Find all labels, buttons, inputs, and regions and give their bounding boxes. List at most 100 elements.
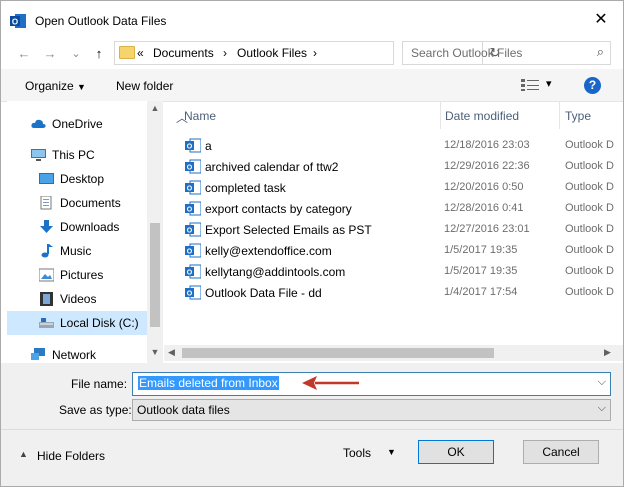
cancel-button[interactable]: Cancel [523,440,599,464]
breadcrumb-separator-end[interactable]: › [313,46,317,60]
horizontal-scrollbar[interactable]: ◀ ▶ [164,345,623,361]
svg-text:O: O [187,228,193,235]
file-date-cell: 1/5/2017 19:35 [444,265,518,277]
breadcrumb-documents[interactable]: Documents [153,46,214,60]
sidebar-item-label: Videos [60,292,97,306]
forward-arrow-icon[interactable]: → [41,44,59,64]
organize-dropdown-icon: ▼ [77,82,86,92]
table-row[interactable]: Ocompleted task 12/20/2016 0:50 Outlook D [164,177,623,198]
column-header-name[interactable]: Name ︿ [176,101,441,129]
scroll-left-icon[interactable]: ◀ [168,347,175,358]
desktop-icon [39,173,54,184]
sidebar-item-music[interactable]: Music [7,239,147,263]
file-name-label: File name: [71,377,128,391]
table-row[interactable]: Oarchived calendar of ttw2 12/29/2016 22:… [164,156,623,177]
address-bar[interactable]: « Documents › Outlook Files › ↻ [114,41,500,65]
outlook-file-icon: O [185,285,201,300]
tools-button[interactable]: Tools ▼ [343,446,396,460]
annotation-arrow-icon [302,376,359,390]
svg-text:O: O [187,249,193,256]
sidebar-item-videos[interactable]: Videos [7,287,147,311]
breadcrumb-separator[interactable]: › [223,46,227,60]
sidebar-item-label: Desktop [60,172,105,186]
change-view-icon[interactable] [521,79,539,91]
outlook-file-icon: O [185,201,201,216]
file-name-input[interactable]: Emails deleted from Inbox ⌵ [132,372,611,396]
new-folder-button[interactable]: New folder [116,79,173,93]
footer-divider [1,429,623,430]
music-icon [41,244,53,258]
table-row[interactable]: Oexport contacts by category 12/28/2016 0… [164,198,623,219]
scroll-right-icon[interactable]: ▶ [604,347,611,358]
file-type-cell: Outlook D [565,286,614,298]
file-date-cell: 12/29/2016 22:36 [444,160,530,172]
svg-text:O: O [187,270,193,277]
sidebar-item-label: This PC [52,148,95,162]
svg-text:O: O [187,165,193,172]
folder-icon [119,46,135,59]
sidebar-item-label: Documents [60,196,121,210]
up-arrow-icon[interactable]: ↑ [90,44,108,64]
table-row[interactable]: Okellytang@addintools.com 1/5/2017 19:35 O… [164,261,623,282]
sidebar-item-pictures[interactable]: Pictures [7,263,147,287]
sidebar-item-local-disk[interactable]: Local Disk (C:) [7,311,147,335]
file-name-cell: kellytang@addintools.com [205,265,346,279]
hide-folders-label: Hide Folders [37,449,106,463]
documents-icon [40,196,52,210]
table-row[interactable]: O Outlook Data File - dd 1/4/2017 17:54 Out… [164,282,623,303]
table-row[interactable]: Okelly@extendoffice.com 1/5/2017 19:35 Out… [164,240,623,261]
chevron-down-icon[interactable]: ⌵ [598,376,606,389]
sidebar-item-onedrive[interactable]: OneDrive [7,112,147,136]
file-name-cell: kelly@extendoffice.com [205,244,332,258]
scroll-up-icon[interactable]: ▲ [147,103,163,113]
column-header-date[interactable]: Date modified [441,101,560,129]
sidebar-item-documents[interactable]: Documents [7,191,147,215]
ok-button[interactable]: OK [418,440,494,464]
table-row[interactable]: O Export Selected Emails as PST 12/27/2016… [164,219,623,240]
file-date-cell: 1/4/2017 17:54 [444,286,518,298]
column-header-label: Name [184,109,217,123]
svg-text:O: O [12,18,18,27]
dialog-window: O Open Outlook Data Files ✕ ← → ⌄ ↑ « Do… [0,0,624,487]
file-name-cell: Outlook Data File - dd [205,286,322,300]
recent-locations-icon[interactable]: ⌄ [67,44,85,64]
file-type-cell: Outlook D [565,181,614,193]
file-type-cell: Outlook D [565,223,614,235]
breadcrumb-outlook-files[interactable]: Outlook Files [237,46,307,60]
sidebar-item-label: Downloads [60,220,120,234]
back-arrow-icon[interactable]: ← [15,44,33,64]
search-placeholder: Search Outlook Files [411,46,523,60]
sidebar-item-downloads[interactable]: Downloads [7,215,147,239]
sidebar-scroll-thumb[interactable] [150,223,160,327]
svg-text:O: O [187,186,193,193]
organize-button[interactable]: Organize ▼ [25,79,86,93]
pictures-icon [39,268,54,282]
sidebar-item-this-pc[interactable]: This PC [7,143,147,167]
sidebar-scrollbar[interactable]: ▲ ▼ [147,101,163,363]
disk-icon [39,318,54,328]
sort-ascending-icon: ︿ [176,111,189,125]
close-icon[interactable]: ✕ [590,9,612,31]
column-header-type[interactable]: Type [560,101,623,129]
file-date-cell: 12/18/2016 23:03 [444,139,530,151]
file-date-cell: 1/5/2017 19:35 [444,244,518,256]
save-as-type-select[interactable]: Outlook data files ⌵ [132,399,611,421]
download-icon [40,220,53,233]
file-name-cell: export contacts by category [205,202,352,216]
chevron-down-icon[interactable]: ⌵ [598,402,606,415]
breadcrumb-overflow[interactable]: « [137,46,144,60]
horizontal-scroll-thumb[interactable] [182,348,494,358]
outlook-file-icon: O [185,180,201,195]
help-icon[interactable]: ? [584,77,601,94]
scroll-down-icon[interactable]: ▼ [147,347,163,357]
file-name-cell: a [205,139,212,153]
computer-icon [31,149,46,161]
search-input[interactable]: Search Outlook Files ⌕ [402,41,611,65]
svg-text:O: O [187,144,193,151]
sidebar-item-desktop[interactable]: Desktop [7,167,147,191]
column-header-label: Date modified [445,109,520,123]
view-options-dropdown-icon[interactable]: ▾ [546,77,552,90]
table-row[interactable]: Oa 12/18/2016 23:03 Outlook D [164,135,623,156]
navigation-pane: OneDrive This PC Desktop Documents Downl… [7,101,147,363]
videos-icon [40,292,53,306]
